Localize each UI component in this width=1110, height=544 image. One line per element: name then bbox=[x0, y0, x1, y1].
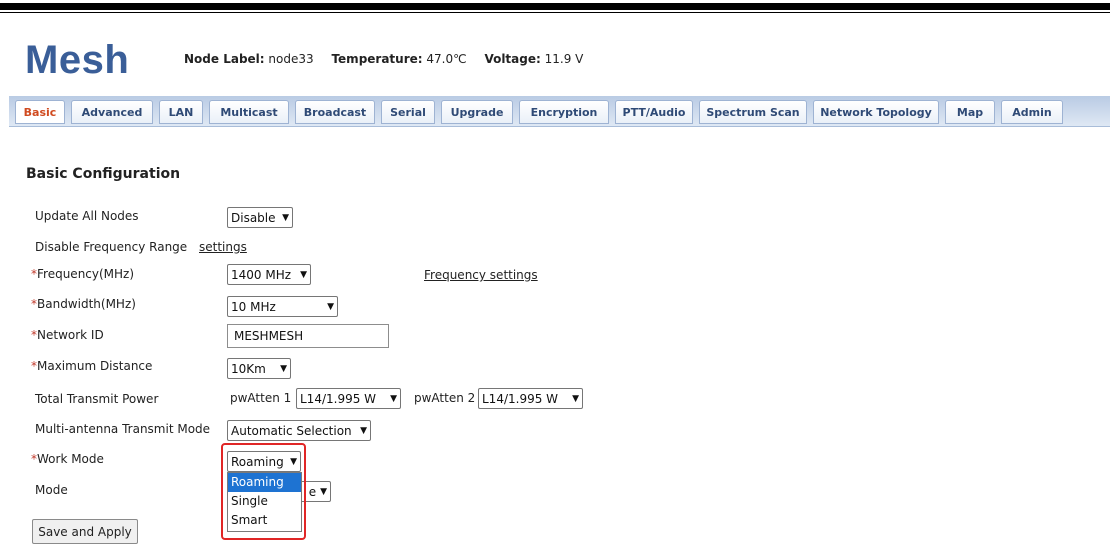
tab-multicast[interactable]: Multicast bbox=[209, 100, 289, 124]
section-title: Basic Configuration bbox=[26, 166, 181, 182]
mesh-logo: Mesh bbox=[25, 38, 130, 82]
tab-admin[interactable]: Admin bbox=[1001, 100, 1063, 124]
status-bar: Node Label: node33 Temperature: 47.0℃ Vo… bbox=[184, 52, 583, 66]
tab-advanced[interactable]: Advanced bbox=[71, 100, 153, 124]
disable-frequency-range-label: Disable Frequency Range settings bbox=[35, 240, 247, 254]
pwatten1-value: L14/1.995 W bbox=[300, 391, 377, 406]
work-mode-label: *Work Mode bbox=[31, 452, 104, 466]
frequency-label: *Frequency(MHz) bbox=[31, 267, 134, 281]
chevron-down-icon: ▼ bbox=[300, 269, 307, 280]
multi-antenna-mode-select[interactable]: Automatic Selection ▼ bbox=[227, 420, 371, 441]
maximum-distance-value: 10Km bbox=[231, 361, 266, 376]
pwatten2-select[interactable]: L14/1.995 W ▼ bbox=[478, 388, 583, 409]
maximum-distance-label-text: Maximum Distance bbox=[37, 359, 153, 373]
tab-network-topology[interactable]: Network Topology bbox=[813, 100, 939, 124]
chevron-down-icon: ▼ bbox=[390, 393, 397, 404]
frequency-label-text: Frequency(MHz) bbox=[37, 267, 135, 281]
temperature-key: Temperature: bbox=[331, 52, 423, 66]
tab-lan[interactable]: LAN bbox=[159, 100, 203, 124]
frequency-value: 1400 MHz bbox=[231, 267, 292, 282]
chevron-down-icon: ▼ bbox=[327, 301, 334, 312]
tab-basic[interactable]: Basic bbox=[15, 100, 65, 124]
chevron-down-icon: ▼ bbox=[572, 393, 579, 404]
chevron-down-icon: ▼ bbox=[320, 486, 327, 497]
bandwidth-label-text: Bandwidth(MHz) bbox=[37, 297, 136, 311]
tab-upgrade[interactable]: Upgrade bbox=[441, 100, 513, 124]
tab-spectrum-scan[interactable]: Spectrum Scan bbox=[699, 100, 807, 124]
maximum-distance-select[interactable]: 10Km ▼ bbox=[227, 358, 291, 379]
bandwidth-label: *Bandwidth(MHz) bbox=[31, 297, 136, 311]
update-all-nodes-value: Disable bbox=[231, 210, 276, 225]
network-id-label: *Network ID bbox=[31, 328, 104, 342]
network-id-label-text: Network ID bbox=[37, 328, 104, 342]
work-mode-label-text: Work Mode bbox=[37, 452, 104, 466]
tab-encryption[interactable]: Encryption bbox=[519, 100, 609, 124]
pwatten1-select[interactable]: L14/1.995 W ▼ bbox=[296, 388, 401, 409]
temperature-value: 47.0℃ bbox=[426, 52, 467, 66]
tab-serial[interactable]: Serial bbox=[381, 100, 435, 124]
top-border-thick bbox=[0, 3, 1110, 10]
total-transmit-power-label: Total Transmit Power bbox=[35, 392, 159, 406]
frequency-settings-link[interactable]: Frequency settings bbox=[424, 268, 538, 282]
tab-ptt-audio[interactable]: PTT/Audio bbox=[615, 100, 693, 124]
voltage-key: Voltage: bbox=[484, 52, 541, 66]
pwatten2-label: pwAtten 2 bbox=[414, 391, 476, 405]
node-label-key: Node Label: bbox=[184, 52, 265, 66]
chevron-down-icon: ▼ bbox=[282, 212, 289, 223]
node-label-value: node33 bbox=[268, 52, 314, 66]
bandwidth-value: 10 MHz bbox=[231, 299, 276, 314]
pwatten2-value: L14/1.995 W bbox=[482, 391, 559, 406]
save-and-apply-button[interactable]: Save and Apply bbox=[32, 519, 138, 544]
annotation-highlight-box bbox=[221, 443, 306, 540]
top-border-thin bbox=[0, 12, 1110, 13]
network-id-input[interactable]: MESHMESH bbox=[227, 324, 389, 348]
frequency-select[interactable]: 1400 MHz ▼ bbox=[227, 264, 311, 285]
chevron-down-icon: ▼ bbox=[360, 425, 367, 436]
multi-antenna-mode-value: Automatic Selection bbox=[231, 423, 352, 438]
tab-broadcast[interactable]: Broadcast bbox=[295, 100, 375, 124]
mode-label: Mode bbox=[35, 483, 68, 497]
disable-frequency-range-text: Disable Frequency Range bbox=[35, 240, 188, 254]
update-all-nodes-label: Update All Nodes bbox=[35, 209, 139, 223]
chevron-down-icon: ▼ bbox=[280, 363, 287, 374]
mode-value: e bbox=[308, 484, 317, 499]
voltage-value: 11.9 V bbox=[544, 52, 584, 66]
bandwidth-select[interactable]: 10 MHz ▼ bbox=[227, 296, 338, 317]
multi-antenna-mode-label: Multi-antenna Transmit Mode bbox=[35, 422, 211, 436]
tab-map[interactable]: Map bbox=[945, 100, 995, 124]
update-all-nodes-select[interactable]: Disable ▼ bbox=[227, 207, 293, 228]
pwatten1-label: pwAtten 1 bbox=[230, 391, 292, 405]
maximum-distance-label: *Maximum Distance bbox=[31, 359, 152, 373]
disable-frequency-settings-link[interactable]: settings bbox=[199, 240, 247, 254]
